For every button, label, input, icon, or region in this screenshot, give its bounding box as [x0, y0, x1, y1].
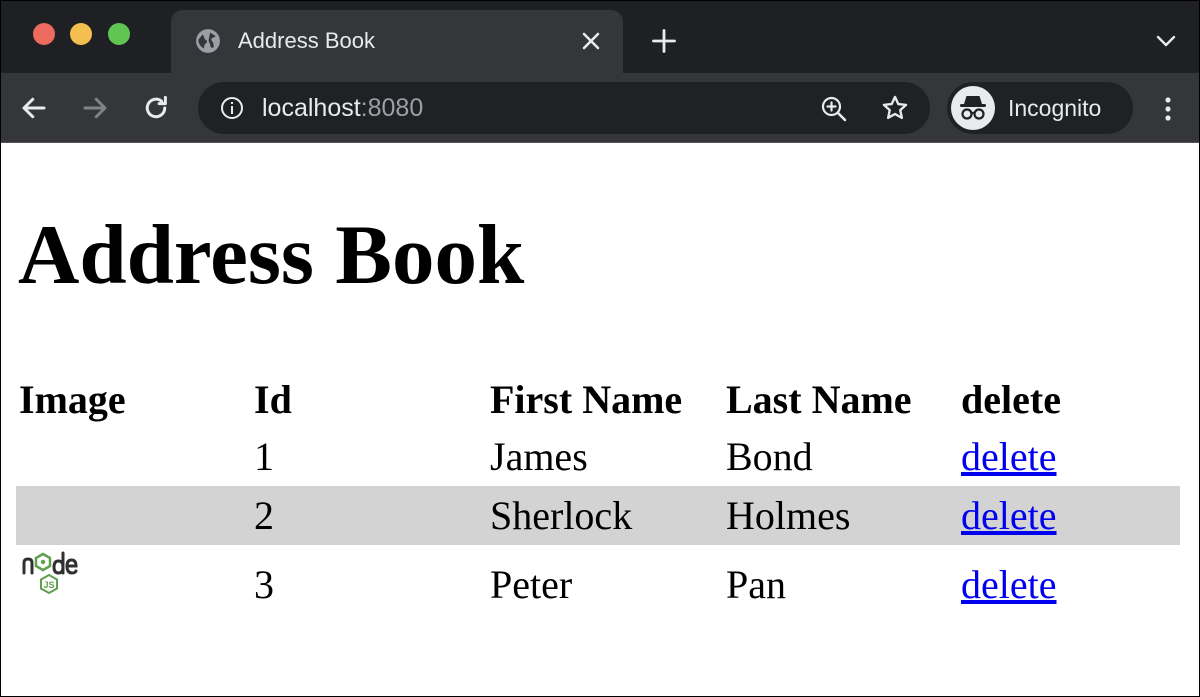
- cell-first-name: Sherlock: [487, 486, 723, 545]
- profile-label: Incognito: [1008, 95, 1102, 121]
- plus-icon[interactable]: [650, 27, 678, 55]
- browser-window: Address Book localhost:8080 Incognito Ad…: [0, 0, 1200, 697]
- browser-toolbar: localhost:8080 Incognito: [1, 73, 1199, 143]
- zoom-in-icon[interactable]: [820, 95, 848, 123]
- svg-text:JS: JS: [43, 580, 54, 590]
- kebab-menu-icon[interactable]: [1157, 95, 1179, 123]
- cell-image: [16, 427, 251, 486]
- minimize-window-button[interactable]: [70, 23, 92, 45]
- table-row: 1 James Bond delete: [16, 427, 1180, 486]
- header-delete: delete: [961, 376, 1061, 422]
- address-table: Image Id First Name Last Name delete 1 J…: [16, 371, 1180, 623]
- cell-last-name: Pan: [726, 561, 786, 607]
- reload-icon[interactable]: [141, 93, 171, 123]
- cell-delete: delete: [958, 427, 1180, 486]
- tab-address-book[interactable]: Address Book: [171, 10, 623, 73]
- page-title: Address Book: [18, 208, 525, 302]
- star-icon[interactable]: [881, 94, 909, 122]
- chevron-down-icon[interactable]: [1154, 31, 1178, 51]
- close-window-button[interactable]: [33, 23, 55, 45]
- header-last-name: Last Name: [726, 376, 912, 422]
- cell-id: 1: [254, 434, 274, 479]
- cell-delete: delete: [958, 486, 1180, 545]
- cell-image: [16, 486, 251, 545]
- globe-icon: [196, 29, 220, 53]
- header-id: Id: [254, 376, 292, 422]
- cell-id: 2: [251, 486, 487, 545]
- tab-strip: Address Book: [1, 1, 1199, 73]
- table-row: JS 3 Peter Pan delete: [16, 545, 1180, 623]
- address-bar[interactable]: localhost:8080: [198, 82, 930, 134]
- delete-link[interactable]: delete: [961, 493, 1057, 538]
- delete-link[interactable]: delete: [961, 434, 1057, 479]
- page-content: Address Book Image Id First Name Last Na…: [1, 143, 1199, 696]
- cell-image: JS: [16, 545, 251, 623]
- forward-arrow-icon[interactable]: [80, 93, 110, 123]
- cell-id: 3: [254, 561, 274, 607]
- incognito-icon: [960, 96, 986, 120]
- node-js-logo: JS: [22, 551, 78, 595]
- url-port: :8080: [360, 94, 424, 122]
- close-icon[interactable]: [579, 29, 603, 53]
- zoom-window-button[interactable]: [108, 23, 130, 45]
- table-header-row: Image Id First Name Last Name delete: [16, 371, 1180, 427]
- incognito-profile-button[interactable]: Incognito: [947, 82, 1133, 134]
- cell-first-name: Peter: [490, 561, 573, 607]
- tab-title: Address Book: [238, 28, 375, 53]
- url-host: localhost: [262, 94, 361, 122]
- back-arrow-icon[interactable]: [19, 93, 49, 123]
- delete-link[interactable]: delete: [961, 562, 1057, 607]
- info-icon[interactable]: [220, 96, 244, 120]
- incognito-avatar: [951, 86, 995, 130]
- table-row: 2 Sherlock Holmes delete: [16, 486, 1180, 545]
- cell-last-name: Bond: [726, 434, 813, 479]
- url-text[interactable]: localhost:8080: [262, 93, 423, 123]
- cell-first-name: James: [490, 434, 588, 479]
- header-image: Image: [19, 376, 126, 422]
- cell-last-name: Holmes: [723, 486, 958, 545]
- header-first-name: First Name: [490, 376, 683, 422]
- cell-delete: delete: [958, 545, 1180, 623]
